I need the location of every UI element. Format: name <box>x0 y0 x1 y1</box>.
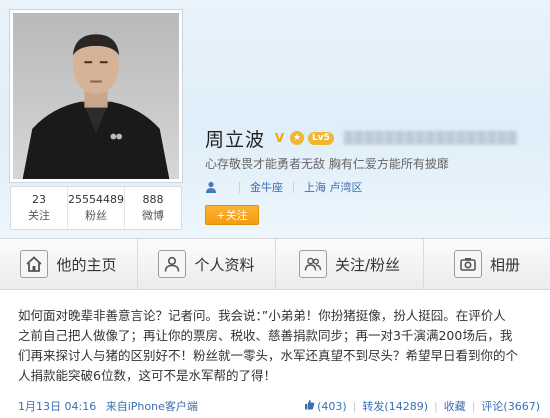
stat-value: 23 <box>32 193 46 206</box>
stat-posts[interactable]: 888 微博 <box>125 187 181 229</box>
stat-label: 微博 <box>142 209 164 222</box>
profile-stats: 23 关注 25554489 粉丝 888 微博 <box>10 186 182 230</box>
tab-label: 关注/粉丝 <box>334 255 401 274</box>
level-badge[interactable]: Lv5 <box>308 131 334 145</box>
post-meta: 1月13日 04:16 来自iPhone客户端 (403) | 转发(14289… <box>18 398 540 414</box>
name-row: 周立波 V ★ Lv5 ▒▒▒▒▒▒▒▒▒▒▒▒▒▒▒▒▒ <box>205 124 518 152</box>
post-text: 如何面对晚辈非善意言论？记者问。我会说：”小弟弟！你扮猪挺像，扮人挺囧。在评价人… <box>18 306 538 386</box>
post-line: 人捐款能突破6位数，这可不是水军帮的了得！ <box>18 368 276 383</box>
post-meta-left: 1月13日 04:16 来自iPhone客户端 <box>18 398 198 414</box>
profile-header: 23 关注 25554489 粉丝 888 微博 周立波 V ★ Lv5 ▒▒▒… <box>0 0 550 238</box>
tab-home[interactable]: 他的主页 <box>0 239 138 289</box>
stat-label: 粉丝 <box>85 209 107 222</box>
tab-album[interactable]: 相册 <box>424 239 550 289</box>
home-icon <box>20 250 49 278</box>
tab-label: 个人资料 <box>194 255 255 274</box>
like-button[interactable]: (403) <box>304 399 347 413</box>
avatar-photo <box>13 13 179 179</box>
divider: | <box>352 399 357 413</box>
verified-icon[interactable]: V <box>273 131 286 145</box>
avatar[interactable] <box>10 10 182 182</box>
post-time-link[interactable]: 1月13日 04:16 <box>18 400 96 413</box>
divider: | <box>471 399 476 413</box>
stat-followers[interactable]: 25554489 粉丝 <box>68 187 125 229</box>
tab-profile-info[interactable]: 个人资料 <box>138 239 276 289</box>
tab-label: 他的主页 <box>56 255 117 274</box>
profile-nav: 他的主页 个人资料 关注/粉丝 相册 <box>0 238 550 290</box>
like-count: (403) <box>317 399 347 413</box>
divider <box>293 181 294 193</box>
camera-icon <box>453 250 482 278</box>
divider: | <box>433 399 438 413</box>
post-source-link[interactable]: 来自iPhone客户端 <box>106 400 198 413</box>
thumb-up-icon <box>304 399 315 413</box>
username: 周立波 <box>205 128 266 151</box>
profile-motto: 心存敬畏才能勇者无敌 胸有仁爱方能所有披靡 <box>205 157 449 171</box>
person-icon <box>205 181 217 193</box>
location-link[interactable]: 上海 卢湾区 <box>304 179 363 195</box>
repost-link[interactable]: 转发(14289) <box>362 398 428 414</box>
comment-link[interactable]: 评论(3667) <box>481 398 540 414</box>
follow-button[interactable]: +关注 <box>205 205 259 225</box>
post-actions: (403) | 转发(14289) | 收藏 | 评论(3667) <box>304 398 540 414</box>
blurred-domain: ▒▒▒▒▒▒▒▒▒▒▒▒▒▒▒▒▒ <box>343 131 518 145</box>
divider <box>239 181 240 193</box>
people-icon <box>298 250 327 278</box>
stat-value: 25554489 <box>68 193 124 206</box>
stat-following[interactable]: 23 关注 <box>11 187 68 229</box>
post-line: 之前自己把人做像了；再让你的票房、税收、慈善捐款同步；再一对3千演满200场后，… <box>18 328 513 343</box>
zodiac-link[interactable]: 金牛座 <box>250 179 283 195</box>
post-line: 们再来探讨人与猪的区别好不！粉丝就一零头，水军还真望不到尽头？希望早日看到你的个 <box>18 348 519 363</box>
crown-icon[interactable]: ★ <box>290 131 305 145</box>
profile-info-row: 金牛座 上海 卢湾区 <box>205 178 363 196</box>
tab-follow-fans[interactable]: 关注/粉丝 <box>276 239 424 289</box>
favorite-link[interactable]: 收藏 <box>444 398 466 414</box>
tab-label: 相册 <box>489 255 520 274</box>
person-icon <box>158 250 187 278</box>
stat-value: 888 <box>142 193 164 206</box>
stat-label: 关注 <box>28 209 50 222</box>
post-line: 如何面对晚辈非善意言论？记者问。我会说：”小弟弟！你扮猪挺像，扮人挺囧。在评价人 <box>18 308 506 323</box>
